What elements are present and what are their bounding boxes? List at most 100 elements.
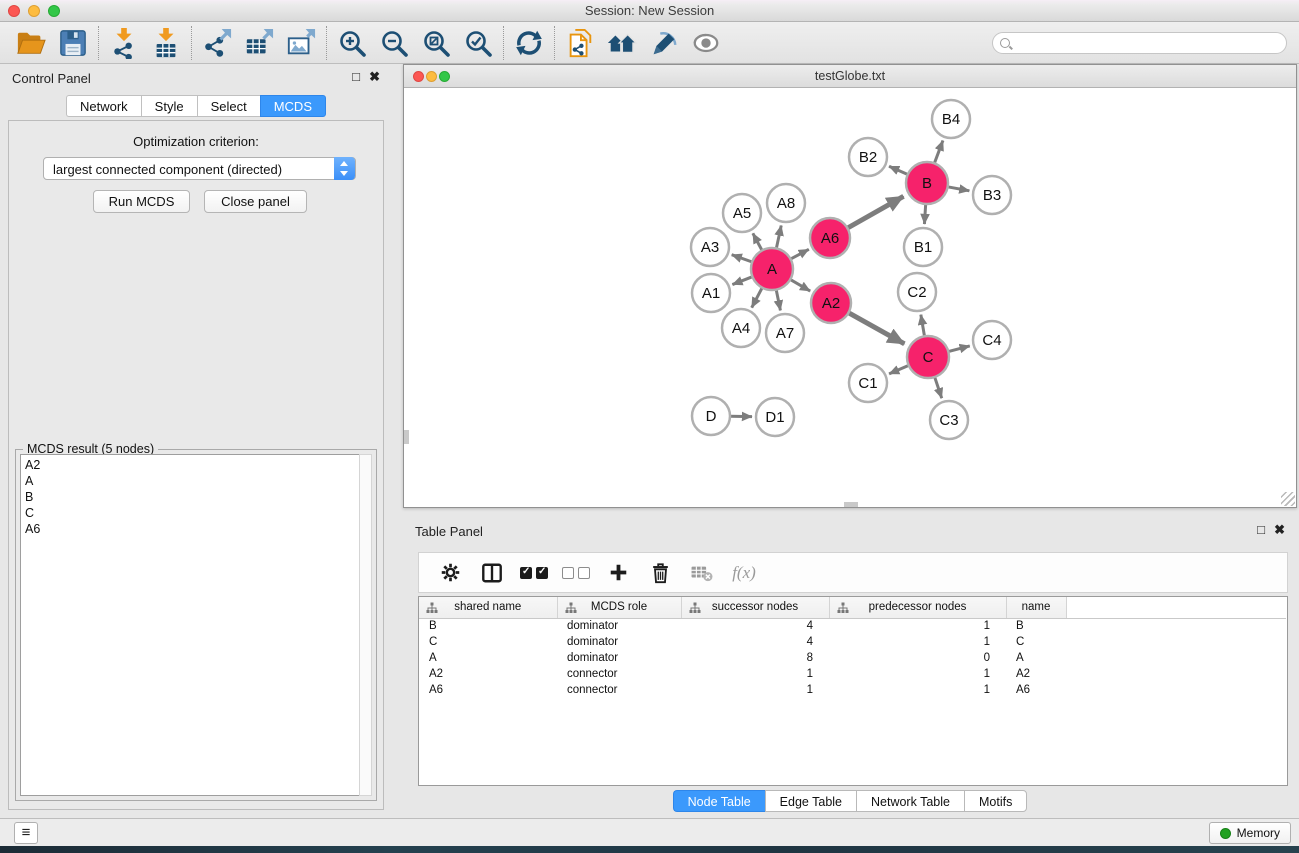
column-header-shared-name[interactable]: shared name <box>419 597 557 618</box>
resize-handle[interactable] <box>1281 492 1295 506</box>
graph-node-A2[interactable]: A2 <box>811 283 851 323</box>
network-window-titlebar[interactable]: testGlobe.txt <box>404 65 1296 88</box>
cell-MCDS-role[interactable]: dominator <box>557 634 681 650</box>
graph-node-C[interactable]: C <box>907 336 949 378</box>
graph-node-B2[interactable]: B2 <box>849 138 887 176</box>
float-panel-icon[interactable]: □ <box>352 70 360 84</box>
cell-MCDS-role[interactable]: connector <box>557 666 681 682</box>
graph-edge-B-B4[interactable] <box>934 141 943 164</box>
cell-predecessor-nodes[interactable]: 1 <box>829 666 1006 682</box>
graph-node-B3[interactable]: B3 <box>973 176 1011 214</box>
mcds-result-item[interactable]: C <box>25 505 359 521</box>
cell-successor-nodes[interactable]: 4 <box>681 634 829 650</box>
graph-node-B4[interactable]: B4 <box>932 100 970 138</box>
close-panel-button[interactable]: Close panel <box>204 190 307 213</box>
table-row[interactable]: Bdominator41B <box>419 618 1286 634</box>
graph-edge-C-C1[interactable] <box>889 365 909 374</box>
export-table-icon[interactable] <box>238 24 280 62</box>
close-table-panel-icon[interactable]: ✖ <box>1274 523 1285 537</box>
graph-node-A4[interactable]: A4 <box>722 309 760 347</box>
graph-node-A[interactable]: A <box>751 248 793 290</box>
tab-motifs[interactable]: Motifs <box>964 790 1027 812</box>
graph-node-A8[interactable]: A8 <box>767 184 805 222</box>
open-file-icon[interactable] <box>10 24 52 62</box>
show-hide-eye-icon[interactable] <box>685 24 727 62</box>
tab-edge-table[interactable]: Edge Table <box>765 790 856 812</box>
graph-edge-A-A8[interactable] <box>776 225 781 248</box>
refresh-icon[interactable] <box>508 24 550 62</box>
graph-edge-A2-C[interactable] <box>848 313 904 344</box>
graph-edge-A6-B[interactable] <box>847 196 903 228</box>
zoom-selected-icon[interactable] <box>457 24 499 62</box>
network-graph[interactable]: B4B2BB3B1A5A8A6A3AA1A4A7A2C2CC4C1C3DD1 <box>404 88 1296 507</box>
graph-node-C3[interactable]: C3 <box>930 401 968 439</box>
horizontal-scroll-indicator[interactable] <box>844 502 858 507</box>
graph-edge-C-C2[interactable] <box>921 315 925 337</box>
zoom-out-icon[interactable] <box>373 24 415 62</box>
tab-node-table[interactable]: Node Table <box>673 790 765 812</box>
float-table-panel-icon[interactable]: □ <box>1257 523 1265 537</box>
graph-node-C2[interactable]: C2 <box>898 273 936 311</box>
cell-MCDS-role[interactable]: dominator <box>557 650 681 666</box>
graph-node-C4[interactable]: C4 <box>973 321 1011 359</box>
select-all-checkboxes-icon[interactable] <box>513 555 555 591</box>
cell-shared-name[interactable]: B <box>419 618 557 634</box>
node-table[interactable]: shared nameMCDS rolesuccessor nodesprede… <box>418 596 1288 786</box>
cell-successor-nodes[interactable]: 8 <box>681 650 829 666</box>
cell-predecessor-nodes[interactable]: 1 <box>829 682 1006 698</box>
graph-edge-A-A3[interactable] <box>732 255 753 262</box>
column-header-predecessor-nodes[interactable]: predecessor nodes <box>829 597 1006 618</box>
graph-node-D1[interactable]: D1 <box>756 398 794 436</box>
mcds-result-list[interactable]: A2ABCA6 <box>20 454 359 796</box>
criterion-dropdown[interactable]: largest connected component (directed) <box>43 157 356 180</box>
cell-MCDS-role[interactable]: connector <box>557 682 681 698</box>
cell-predecessor-nodes[interactable]: 1 <box>829 618 1006 634</box>
cell-name[interactable]: C <box>1006 634 1066 650</box>
cell-name[interactable]: A6 <box>1006 682 1066 698</box>
search-input[interactable] <box>1010 34 1286 52</box>
table-row[interactable]: Adominator80A <box>419 650 1286 666</box>
graph-edge-A-A2[interactable] <box>790 279 810 291</box>
home-icon[interactable] <box>601 24 643 62</box>
mcds-result-item[interactable]: A2 <box>25 457 359 473</box>
table-row[interactable]: Cdominator41C <box>419 634 1286 650</box>
graph-node-B1[interactable]: B1 <box>904 228 942 266</box>
tab-mcds[interactable]: MCDS <box>260 95 326 117</box>
graph-node-A1[interactable]: A1 <box>692 274 730 312</box>
mcds-result-item[interactable]: A6 <box>25 521 359 537</box>
run-mcds-button[interactable]: Run MCDS <box>93 190 190 213</box>
annotation-pencil-icon[interactable] <box>643 24 685 62</box>
graph-edge-A-A7[interactable] <box>776 290 780 311</box>
settings-gear-icon[interactable] <box>429 555 471 591</box>
cell-predecessor-nodes[interactable]: 0 <box>829 650 1006 666</box>
cell-predecessor-nodes[interactable]: 1 <box>829 634 1006 650</box>
export-image-icon[interactable] <box>280 24 322 62</box>
column-header-MCDS-role[interactable]: MCDS role <box>557 597 681 618</box>
export-network-icon[interactable] <box>196 24 238 62</box>
zoom-fit-icon[interactable] <box>415 24 457 62</box>
mcds-result-item[interactable]: A <box>25 473 359 489</box>
column-header-name[interactable]: name <box>1006 597 1066 618</box>
column-header-successor-nodes[interactable]: successor nodes <box>681 597 829 618</box>
task-history-icon[interactable]: ≡ <box>14 822 38 844</box>
cell-shared-name[interactable]: C <box>419 634 557 650</box>
graph-node-A3[interactable]: A3 <box>691 228 729 266</box>
add-column-icon[interactable] <box>597 555 639 591</box>
cell-MCDS-role[interactable]: dominator <box>557 618 681 634</box>
tab-network-table[interactable]: Network Table <box>856 790 964 812</box>
close-panel-icon[interactable]: ✖ <box>369 70 380 84</box>
graph-node-A6[interactable]: A6 <box>810 218 850 258</box>
new-network-from-selection-icon[interactable] <box>559 24 601 62</box>
memory-button[interactable]: Memory <box>1209 822 1291 844</box>
graph-node-D[interactable]: D <box>692 397 730 435</box>
graph-edge-A-A5[interactable] <box>753 233 762 250</box>
tab-style[interactable]: Style <box>141 95 197 117</box>
graph-node-A5[interactable]: A5 <box>723 194 761 232</box>
cell-successor-nodes[interactable]: 4 <box>681 618 829 634</box>
graph-edge-A-A4[interactable] <box>752 288 763 308</box>
cell-successor-nodes[interactable]: 1 <box>681 666 829 682</box>
tab-select[interactable]: Select <box>197 95 260 117</box>
graph-edge-B-B2[interactable] <box>889 166 908 174</box>
graph-node-B[interactable]: B <box>906 162 948 204</box>
result-scrollbar[interactable] <box>359 454 372 796</box>
